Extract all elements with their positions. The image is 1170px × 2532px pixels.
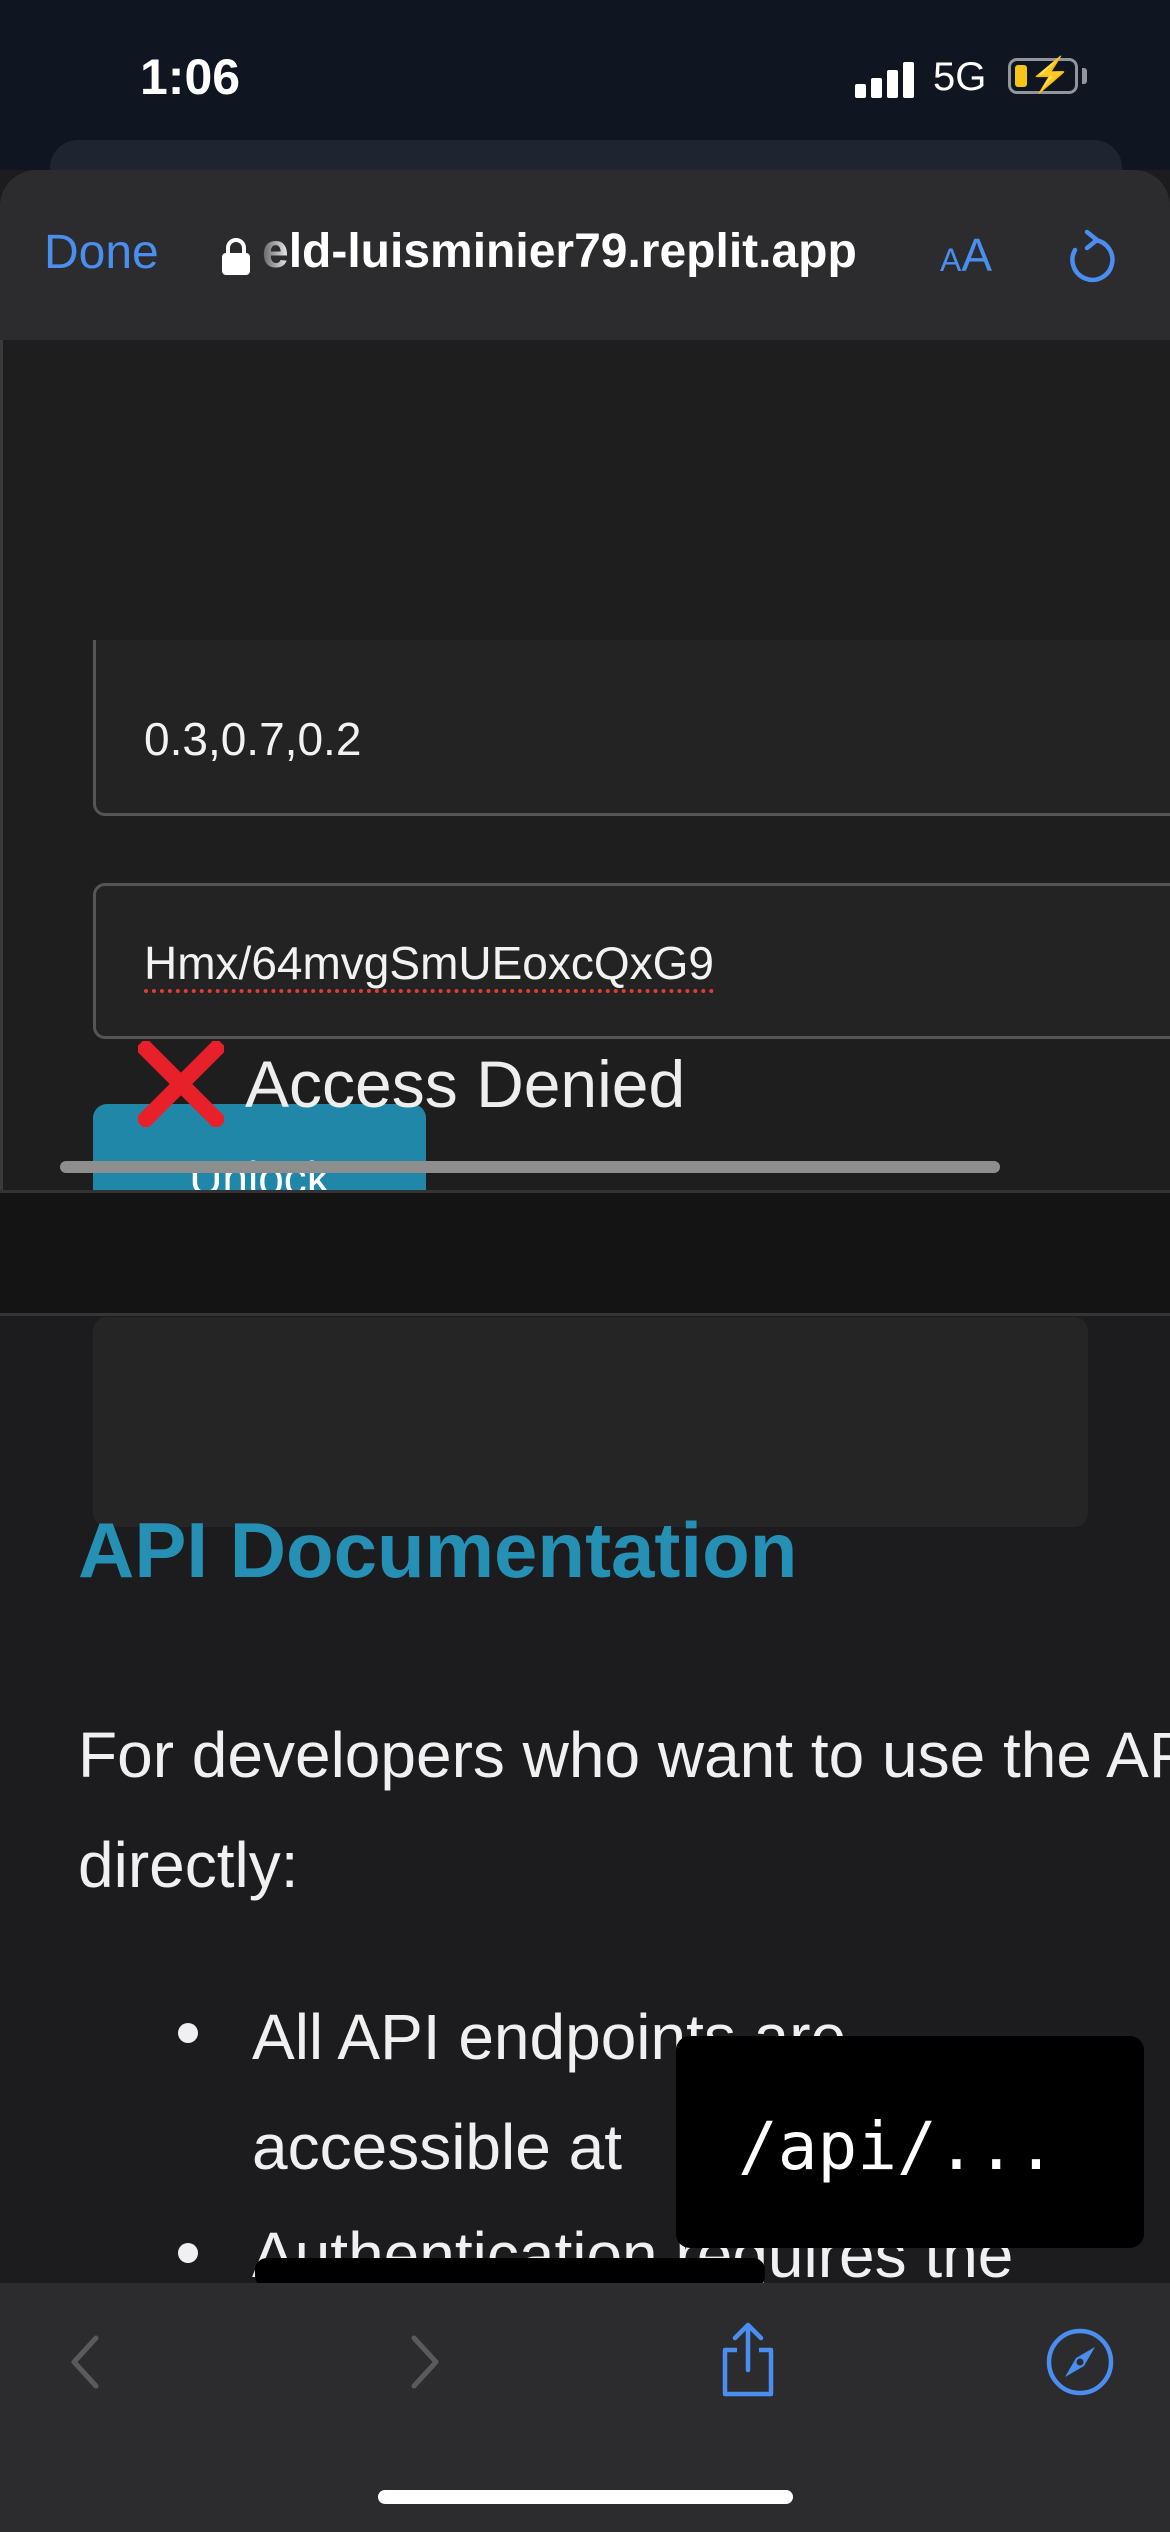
cross-icon	[138, 1041, 224, 1127]
docs-intro: For developers who want to use the API d…	[78, 1719, 1170, 1901]
section-divider	[0, 1313, 1170, 1316]
network-type: 5G	[933, 55, 987, 99]
bullet-dot	[178, 2023, 198, 2043]
compass-icon[interactable]	[1045, 2327, 1115, 2397]
reader-large-a: A	[961, 229, 993, 281]
status-time: 1:06	[140, 49, 241, 105]
key-input-value: Hmx/64mvgSmUEoxcQxG9	[144, 937, 715, 989]
back-icon[interactable]	[62, 2332, 112, 2392]
code-endpoint: /api/...	[738, 2108, 1056, 2185]
reader-button[interactable]: AA	[940, 228, 992, 282]
home-indicator	[378, 2490, 793, 2504]
signal-icon	[855, 60, 915, 98]
forward-icon[interactable]	[398, 2332, 448, 2392]
bullet-1-line-2: accessible at	[252, 2111, 622, 2183]
lock-icon	[222, 238, 250, 275]
numbers-input[interactable]: 0.3,0.7,0.2	[93, 640, 1170, 816]
reader-small-a: A	[940, 242, 962, 278]
access-status: Access Denied	[245, 1047, 686, 1121]
bullet-dot	[178, 2243, 198, 2263]
result-panel	[93, 1317, 1088, 1527]
url-address[interactable]: eld-luisminier79.replit.app	[262, 224, 857, 279]
done-button[interactable]: Done	[44, 225, 159, 280]
key-input[interactable]: Hmx/64mvgSmUEoxcQxG9	[93, 883, 1170, 1039]
numbers-input-value: 0.3,0.7,0.2	[144, 713, 362, 765]
url-fade	[252, 220, 292, 280]
share-icon[interactable]	[715, 2320, 781, 2400]
horizontal-scrollbar[interactable]	[60, 1161, 1000, 1173]
battery-icon: ⚡	[1008, 56, 1078, 94]
docs-heading: API Documentation	[78, 1506, 798, 1594]
footer-band	[0, 1193, 1170, 1313]
reload-icon[interactable]	[1065, 228, 1117, 284]
battery-cap	[1082, 68, 1087, 84]
